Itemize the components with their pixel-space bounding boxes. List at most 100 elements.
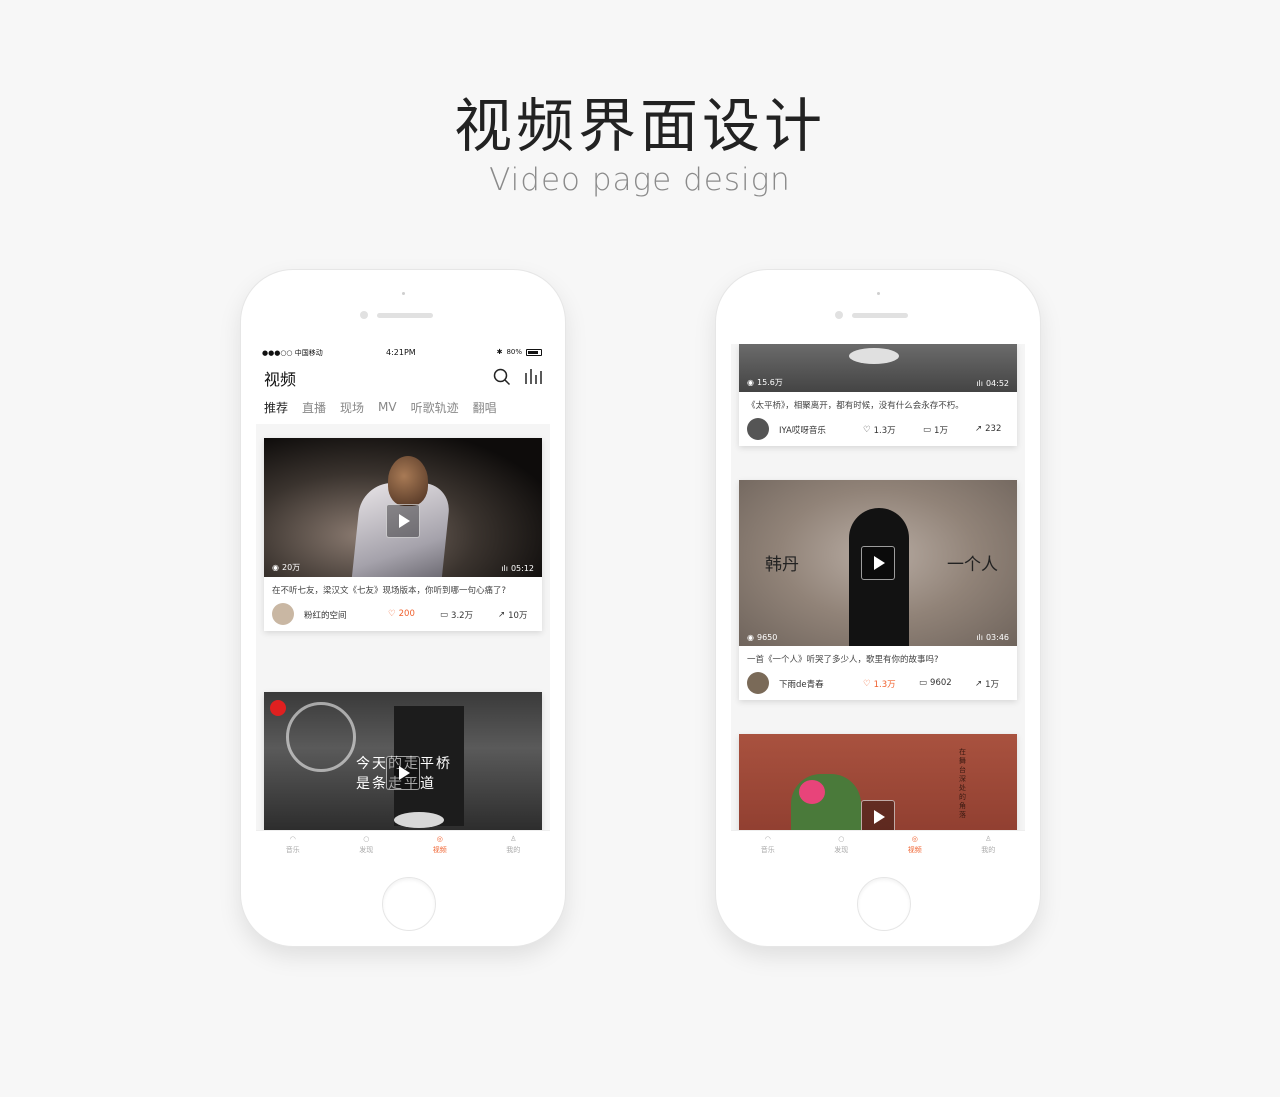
tab-listening-track[interactable]: 听歌轨迹 (411, 399, 459, 416)
bottom-tab-bar: ◠ 音乐 ○ 发现 ◎ 视频 ♙ 我的 (731, 830, 1025, 867)
status-right: ✱ 80% (497, 348, 542, 356)
tabbar-discover[interactable]: ○ 发现 (805, 831, 879, 867)
video-thumbnail[interactable]: ◉ 15.6万 ılı 04:52 (739, 344, 1017, 392)
heart-icon: ♡ (388, 609, 396, 619)
tab-cover[interactable]: 翻唱 (473, 399, 497, 416)
video-card[interactable]: ◉ 20万 ılı 05:12 在不听七友，梁汉文《七友》现场版本，你听到哪一句心痛… (264, 438, 542, 631)
tabbar-profile[interactable]: ♙ 我的 (952, 831, 1026, 867)
tabbar-discover[interactable]: ○ 发现 (330, 831, 404, 867)
like-button[interactable]: ♡ 1.3万 (863, 424, 896, 436)
tab-recommend[interactable]: 推荐 (264, 399, 288, 416)
comment-button[interactable]: ▭ 1万 (923, 424, 948, 436)
view-count-value: 20万 (281, 563, 301, 572)
battery-label: 80% (506, 348, 522, 356)
like-button[interactable]: ♡ 1.3万 (863, 678, 896, 690)
video-meta: 粉红的空间 ♡ 200 ▭ 3.2万 ↗ 10万 (264, 597, 542, 631)
tabbar-label: 发现 (834, 846, 849, 854)
share-button[interactable]: ↗ 10万 (498, 609, 527, 621)
play-icon[interactable] (386, 756, 420, 790)
phone-mockup-left: ●●●○○ 中国移动 4:21PM ✱ 80% 视频 推荐 直播 现场 MV 听… (241, 270, 565, 946)
tabbar-profile[interactable]: ♙ 我的 (477, 831, 551, 867)
like-count: 1.3万 (873, 426, 896, 436)
video-thumbnail[interactable]: 韩丹 一个人 ◉ 9650 ılı 03:46 (739, 480, 1017, 646)
thumbnail-artist: 韩丹 (765, 555, 799, 575)
tabbar-video[interactable]: ◎ 视频 (878, 831, 952, 867)
share-icon: ↗ (975, 679, 983, 689)
comment-icon: ▭ (440, 610, 449, 620)
heart-icon: ♡ (863, 679, 871, 689)
view-count: ◉ 20万 (272, 562, 300, 573)
video-thumbnail[interactable]: ◉ 20万 ılı 05:12 (264, 438, 542, 577)
battery-icon (526, 348, 542, 356)
video-description: 在不听七友，梁汉文《七友》现场版本，你听到哪一句心痛了? (272, 586, 507, 596)
thumbnail-figure (388, 456, 428, 506)
earpiece-speaker (852, 313, 908, 318)
tab-live[interactable]: 直播 (302, 399, 326, 416)
tabbar-music[interactable]: ◠ 音乐 (731, 831, 805, 867)
home-button[interactable] (382, 877, 436, 931)
comment-button[interactable]: ▭ 3.2万 (440, 609, 473, 621)
like-count: 200 (398, 609, 415, 619)
comment-count: 3.2万 (451, 611, 474, 621)
tabbar-label: 我的 (506, 846, 521, 854)
view-count-value: 15.6万 (756, 378, 783, 387)
tabbar-video[interactable]: ◎ 视频 (403, 831, 477, 867)
duration-value: 04:52 (985, 379, 1009, 388)
eye-icon: ◉ (747, 633, 754, 642)
page-heading: 视频界面设计 (453, 92, 826, 160)
like-count: 1.3万 (873, 680, 896, 690)
front-camera (835, 311, 843, 319)
tabbar-music[interactable]: ◠ 音乐 (256, 831, 330, 867)
thumbnail-figure (799, 780, 825, 804)
video-card[interactable]: 今天的走平桥 是条走平道 (264, 692, 542, 832)
comment-button[interactable]: ▭ 9602 (919, 678, 952, 688)
thumbnail-dog (394, 812, 444, 828)
comment-icon: ▭ (919, 678, 928, 688)
duration: ılı 05:12 (501, 564, 534, 573)
author-name[interactable]: 下雨de青春 (779, 678, 824, 690)
page-subheading: Video page design (489, 162, 791, 198)
video-card[interactable]: ◉ 15.6万 ılı 04:52 《太平桥》，相聚离开，都有时候，没有什么会永存不… (739, 344, 1017, 446)
share-button[interactable]: ↗ 1万 (975, 678, 999, 690)
video-icon: ◎ (436, 835, 443, 843)
search-icon[interactable] (493, 368, 511, 386)
video-thumbnail[interactable]: 在舞台深处的角落 (739, 734, 1017, 844)
video-meta: IYA哎呀音乐 ♡ 1.3万 ▭ 1万 ↗ 232 (739, 412, 1017, 446)
comment-count: 1万 (934, 426, 948, 436)
play-icon[interactable] (861, 546, 895, 580)
video-card[interactable]: 在舞台深处的角落 (739, 734, 1017, 844)
share-icon: ↗ (975, 424, 983, 434)
video-thumbnail[interactable]: 今天的走平桥 是条走平道 (264, 692, 542, 832)
author-name[interactable]: IYA哎呀音乐 (779, 424, 826, 436)
share-count: 1万 (985, 680, 1000, 690)
phone-screen: ●●●○○ 中国移动 4:21PM ✱ 80% 视频 推荐 直播 现场 MV 听… (256, 344, 550, 867)
video-card[interactable]: 韩丹 一个人 ◉ 9650 ılı 03:46 一首《一个人》听哭了多少人，歌里有你… (739, 480, 1017, 700)
avatar[interactable] (272, 603, 294, 625)
avatar[interactable] (747, 418, 769, 440)
home-button[interactable] (857, 877, 911, 931)
duration: ılı 03:46 (976, 633, 1009, 642)
bottom-tab-bar: ◠ 音乐 ○ 发现 ◎ 视频 ♙ 我的 (256, 830, 550, 867)
video-meta: 下雨de青春 ♡ 1.3万 ▭ 9602 ↗ 1万 (739, 666, 1017, 700)
eye-icon: ◉ (272, 563, 279, 572)
lightbulb-icon: ○ (838, 835, 845, 843)
share-button[interactable]: ↗ 232 (975, 424, 1001, 434)
earpiece-speaker (377, 313, 433, 318)
avatar[interactable] (747, 672, 769, 694)
comment-count: 9602 (930, 678, 952, 688)
tab-concert[interactable]: 现场 (340, 399, 364, 416)
equalizer-icon[interactable] (524, 367, 542, 385)
play-icon[interactable] (861, 800, 895, 834)
duration: ılı 04:52 (976, 379, 1009, 388)
sensor-dot (877, 292, 880, 295)
play-icon[interactable] (386, 504, 420, 538)
tab-mv[interactable]: MV (378, 400, 397, 414)
eye-icon: ◉ (747, 378, 754, 387)
headline: 视频界面设计 Video page design (0, 88, 1280, 198)
tabbar-label: 音乐 (285, 846, 300, 854)
phone-screen: ◉ 15.6万 ılı 04:52 《太平桥》，相聚离开，都有时候，没有什么会永存不… (731, 344, 1025, 867)
status-time: 4:21PM (386, 348, 416, 357)
like-button[interactable]: ♡ 200 (388, 609, 415, 619)
author-name[interactable]: 粉红的空间 (304, 609, 347, 621)
video-description: 《太平桥》，相聚离开，都有时候，没有什么会永存不朽。 (747, 401, 964, 411)
